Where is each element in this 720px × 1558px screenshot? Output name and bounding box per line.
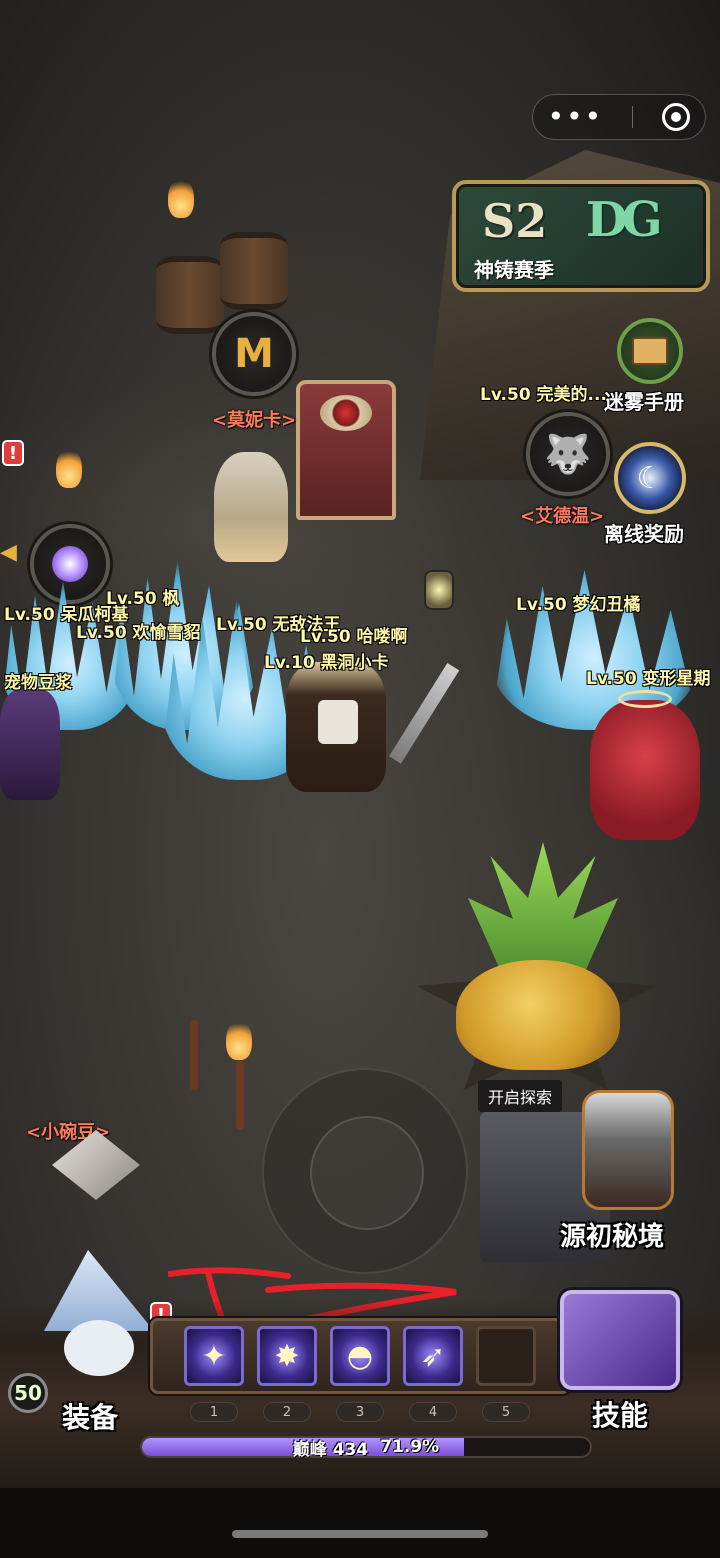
unit-label: Lv.50 欢愉雪貂 bbox=[76, 623, 201, 643]
offline-reward-label: 离线奖励 bbox=[604, 522, 684, 546]
season-tag: S2 bbox=[482, 194, 548, 248]
npc-edwin-name: <艾德温> bbox=[520, 506, 605, 527]
left-arrow-icon[interactable]: ◀ bbox=[0, 540, 17, 565]
offline-reward-button[interactable]: ☾ bbox=[610, 442, 690, 522]
target-circle-icon[interactable] bbox=[662, 103, 691, 131]
fog-manual-button[interactable] bbox=[610, 318, 690, 390]
pineapple-boss[interactable] bbox=[456, 960, 620, 1070]
unit-label: 宠物豆浆 bbox=[4, 673, 72, 693]
lantern-icon bbox=[424, 570, 454, 610]
slot-number: 4 bbox=[409, 1402, 457, 1422]
alert-badge-icon: ! bbox=[2, 440, 24, 466]
spellbook-icon[interactable] bbox=[560, 1290, 680, 1390]
halo-icon bbox=[618, 690, 672, 708]
slot-number: 5 bbox=[482, 1402, 530, 1422]
barrel bbox=[220, 232, 288, 310]
season-title: 神铸赛季 bbox=[474, 258, 554, 282]
skill-slot-4[interactable]: ➶ bbox=[403, 1326, 463, 1386]
virtual-joystick[interactable] bbox=[262, 1068, 468, 1274]
pet-hand-badge[interactable] bbox=[30, 524, 110, 604]
more-dots-icon[interactable]: ••• bbox=[548, 103, 604, 131]
player-avatar[interactable] bbox=[14, 1250, 164, 1380]
red-demon-creature[interactable] bbox=[590, 700, 700, 840]
miniprogram-capsule: ••• bbox=[532, 94, 706, 140]
peak-value: 434 bbox=[332, 1439, 369, 1460]
unit-label: Lv.50 梦幻丑橘 bbox=[516, 595, 641, 615]
torch-flame bbox=[168, 178, 194, 218]
dog-icon: 🐺 bbox=[544, 431, 592, 476]
unit-label: Lv.50 枫 bbox=[106, 589, 180, 609]
torch-flame bbox=[56, 448, 82, 488]
season-logo: DG bbox=[586, 192, 663, 248]
torch-pole bbox=[190, 1020, 198, 1090]
torch-pole bbox=[236, 1060, 244, 1130]
skill-slot-1[interactable]: ✦ bbox=[184, 1326, 244, 1386]
book-icon bbox=[617, 318, 683, 384]
unit-label: Lv.50 完美的... bbox=[480, 385, 607, 405]
light-beam-icon: ✦ bbox=[201, 1338, 227, 1374]
barrel bbox=[156, 256, 224, 334]
unit-label: Lv.50 变形星期 bbox=[586, 669, 711, 689]
torch-flame bbox=[226, 1020, 252, 1060]
radiance-icon: ✸ bbox=[274, 1338, 300, 1374]
slot-number: 3 bbox=[336, 1402, 384, 1422]
slot-number: 1 bbox=[190, 1402, 238, 1422]
avatar-face bbox=[64, 1320, 134, 1376]
origin-realm-label: 源初秘境 bbox=[560, 1222, 665, 1252]
peak-percent: 71.9% bbox=[380, 1437, 440, 1457]
slot-number: 2 bbox=[263, 1402, 311, 1422]
player-level-badge: 50 bbox=[8, 1373, 48, 1413]
skill-slot-3[interactable]: ◓ bbox=[330, 1326, 390, 1386]
capsule-divider bbox=[632, 106, 634, 128]
skill-slot-2[interactable]: ✸ bbox=[257, 1326, 317, 1386]
home-indicator[interactable] bbox=[232, 1530, 488, 1538]
moon-icon: ☾ bbox=[614, 442, 686, 514]
unit-label: Lv.50 哈喽啊 bbox=[300, 627, 408, 647]
hero-mask bbox=[318, 700, 358, 744]
npc-edwin-badge[interactable]: 🐺 bbox=[526, 412, 610, 496]
skull-helmet-icon[interactable] bbox=[582, 1090, 674, 1210]
joystick-knob[interactable] bbox=[310, 1116, 424, 1230]
peak-label: 巅峰 bbox=[292, 1439, 327, 1460]
equip-button[interactable]: 装备 bbox=[62, 1396, 118, 1436]
skill-button[interactable]: 技能 bbox=[592, 1394, 648, 1434]
bottom-strip bbox=[0, 1488, 720, 1558]
dome-shield-icon: ◓ bbox=[346, 1338, 374, 1374]
unit-label: Lv.10 黑洞小卡 bbox=[264, 653, 389, 673]
orb-hand-icon bbox=[52, 546, 88, 582]
explore-tag[interactable]: 开启探索 bbox=[478, 1080, 563, 1112]
fog-manual-label: 迷雾手册 bbox=[604, 390, 684, 414]
wizard-creature[interactable] bbox=[0, 690, 60, 800]
skill-slot-5[interactable] bbox=[476, 1326, 536, 1386]
eye-ornament bbox=[320, 395, 372, 431]
npc-monica-sprite[interactable] bbox=[214, 452, 288, 562]
shirt-icon: M bbox=[234, 331, 274, 377]
arrows-volley-icon: ➶ bbox=[420, 1338, 446, 1374]
peak-progress-text: 巅峰 434 71.9% bbox=[140, 1434, 592, 1460]
npc-monica-name: <莫妮卡> bbox=[212, 410, 297, 431]
npc-monica-badge[interactable]: M bbox=[212, 312, 296, 396]
season-banner[interactable]: S2 DG 神铸赛季 bbox=[452, 180, 710, 292]
